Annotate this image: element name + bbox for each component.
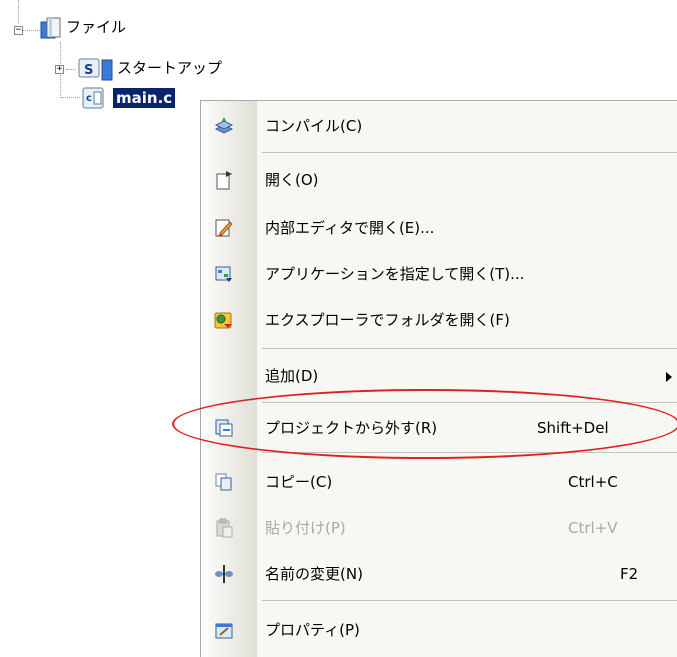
- submenu-arrow-icon: [665, 368, 673, 387]
- menu-item-label: 追加(D): [265, 367, 319, 385]
- menu-separator: [262, 402, 677, 403]
- compile-icon: [214, 116, 234, 136]
- properties-icon: [214, 620, 234, 640]
- menu-item-label: 内部エディタで開く(E)...: [265, 219, 435, 237]
- expand-expander-icon[interactable]: +: [55, 65, 64, 74]
- menu-item-copy[interactable]: コピー(C) Ctrl+C: [200, 462, 677, 502]
- c-file-icon: c: [82, 86, 106, 114]
- menu-item-properties[interactable]: プロパティ(P): [200, 610, 677, 650]
- menu-item-shortcut: F2: [620, 565, 639, 583]
- rename-icon: [214, 564, 234, 584]
- tree-root-label[interactable]: ファイル: [66, 17, 126, 37]
- menu-item-label: 開く(O): [265, 171, 319, 189]
- menu-item-paste[interactable]: 貼り付け(P) Ctrl+V: [200, 508, 677, 548]
- menu-item-label: エクスプローラでフォルダを開く(F): [265, 311, 510, 329]
- tree-connector: [60, 97, 80, 98]
- menu-item-label: 貼り付け(P): [265, 519, 346, 537]
- menu-item-open-with-app[interactable]: アプリケーションを指定して開く(T)...: [200, 254, 677, 294]
- menu-separator: [262, 600, 677, 601]
- menu-item-label: コンパイル(C): [265, 117, 363, 135]
- menu-item-remove-from-project[interactable]: プロジェクトから外す(R) Shift+Del: [200, 408, 677, 448]
- internal-editor-icon: [214, 218, 234, 238]
- menu-item-label: アプリケーションを指定して開く(T)...: [265, 265, 525, 283]
- menu-item-open[interactable]: 開く(O): [200, 160, 677, 200]
- svg-text:c: c: [86, 93, 92, 104]
- menu-separator: [262, 452, 677, 453]
- menu-item-add[interactable]: 追加(D): [200, 356, 677, 396]
- menu-item-rename[interactable]: 名前の変更(N) F2: [200, 554, 677, 594]
- tree-connector: [66, 69, 76, 70]
- tree-connector: [18, 0, 19, 24]
- menu-separator: [262, 348, 677, 349]
- tree-main-c-label[interactable]: main.c: [113, 88, 176, 108]
- folder-icon: [40, 16, 62, 44]
- menu-item-label: 名前の変更(N): [265, 565, 363, 583]
- menu-item-open-internal-editor[interactable]: 内部エディタで開く(E)...: [200, 208, 677, 248]
- remove-from-project-icon: [214, 418, 234, 438]
- open-with-app-icon: [214, 264, 234, 284]
- menu-item-open-folder-explorer[interactable]: エクスプローラでフォルダを開く(F): [200, 300, 677, 340]
- menu-item-shortcut: Ctrl+V: [568, 519, 618, 537]
- menu-item-shortcut: Ctrl+C: [568, 473, 618, 491]
- menu-item-label: コピー(C): [265, 473, 333, 491]
- open-icon: [214, 170, 234, 190]
- tree-connector: [22, 30, 42, 31]
- paste-icon: [214, 518, 234, 538]
- menu-separator: [262, 152, 677, 153]
- tree-startup-label[interactable]: スタートアップ: [117, 58, 222, 78]
- menu-item-label: プロジェクトから外す(R): [265, 419, 438, 437]
- menu-item-compile[interactable]: コンパイル(C): [200, 106, 677, 146]
- collapse-expander-icon[interactable]: −: [14, 26, 23, 35]
- s-folder-icon: S: [78, 56, 114, 86]
- explorer-folder-icon: [214, 310, 234, 330]
- menu-item-label: プロパティ(P): [265, 621, 360, 639]
- svg-text:S: S: [84, 63, 93, 78]
- copy-icon: [214, 472, 234, 492]
- menu-item-shortcut: Shift+Del: [537, 419, 609, 437]
